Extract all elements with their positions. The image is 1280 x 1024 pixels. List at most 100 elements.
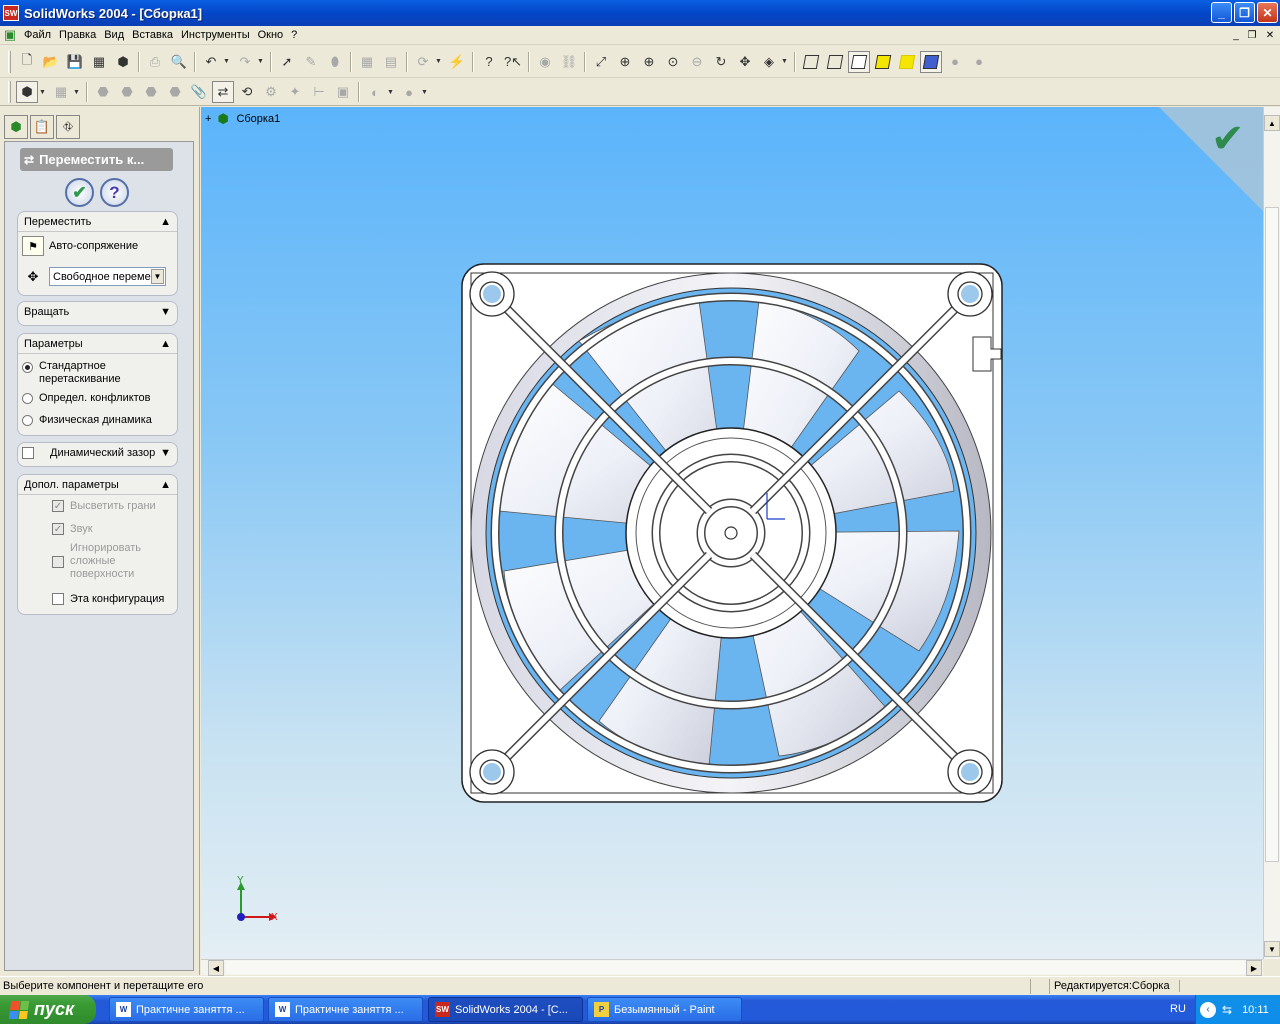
mate-icon[interactable]: 📎	[188, 81, 210, 103]
make-assembly-icon[interactable]: ⬢	[112, 51, 134, 73]
view-orientation-icon[interactable]: ◈	[758, 51, 780, 73]
tray-expand-icon[interactable]: ‹	[1200, 1001, 1216, 1018]
document-icon[interactable]: ▣	[0, 27, 20, 43]
shadows-icon[interactable]: ●	[944, 51, 966, 73]
hidden-lines-removed-icon[interactable]	[848, 50, 870, 73]
assembly-tree-root[interactable]: + ⬢ Сборка1	[205, 111, 280, 127]
whats-this-icon[interactable]: ?↖	[502, 51, 524, 73]
highlight-faces-option[interactable]: ✓ Высветить грани	[48, 500, 156, 512]
open-folder-icon[interactable]: 📂	[40, 51, 62, 73]
link-icon[interactable]: ⛓	[558, 51, 580, 73]
hidden-lines-visible-icon[interactable]	[824, 51, 846, 73]
close-button[interactable]: ✕	[1257, 2, 1278, 23]
zoom-to-fit-icon[interactable]: ⤢	[590, 51, 612, 73]
graphics-area[interactable]: + ⬢ Сборка1 ✔ Y X	[201, 107, 1263, 959]
doc-close-button[interactable]: ✕	[1262, 28, 1278, 42]
pan-icon[interactable]: ✥	[734, 51, 756, 73]
collision-detection-option[interactable]: Определ. конфликтов	[18, 392, 151, 404]
menu-help[interactable]: ?	[287, 29, 301, 41]
doc-restore-button[interactable]: ❐	[1244, 28, 1260, 42]
fan-model[interactable]	[459, 261, 1005, 805]
filter-icon[interactable]: ⚡	[446, 51, 468, 73]
menu-file[interactable]: Файл	[20, 29, 55, 41]
zoom-selection-icon[interactable]: ⊙	[662, 51, 684, 73]
new-file-icon[interactable]: 🗋	[16, 51, 38, 73]
collision-detection-radio[interactable]	[22, 392, 33, 404]
undo-icon[interactable]: ↶	[200, 51, 222, 73]
ok-button[interactable]: ✔	[65, 178, 94, 207]
minimize-button[interactable]: _	[1211, 2, 1232, 23]
insert-component-icon[interactable]: ⬢	[16, 81, 38, 103]
simulation-icon[interactable]: ◐	[364, 81, 386, 103]
grid-icon[interactable]: ▦	[356, 51, 378, 73]
move-mode-select[interactable]: Свободное перемещ ▼	[49, 267, 166, 286]
assembly-features-icon[interactable]: ●	[398, 81, 420, 103]
maximize-button[interactable]: ❐	[1234, 2, 1255, 23]
feature-manager-tab[interactable]: ⬢	[4, 115, 28, 139]
wireframe-icon[interactable]	[800, 51, 822, 73]
configuration-manager-tab[interactable]: ⛗	[56, 115, 80, 139]
rotate-group-header[interactable]: Вращать ▼	[18, 302, 177, 322]
tree-expand-toggle[interactable]: +	[205, 113, 211, 125]
doc-minimize-button[interactable]: _	[1228, 28, 1244, 42]
solidworks-app-icon[interactable]: SW	[3, 5, 19, 21]
taskbar-item[interactable]: P Безымянный - Paint	[587, 997, 742, 1022]
select-arrow-icon[interactable]: ➚	[276, 51, 298, 73]
vertical-scrollbar[interactable]: ▲ ▼	[1263, 107, 1280, 959]
menu-edit[interactable]: Правка	[55, 29, 100, 41]
property-manager-tab[interactable]: 📋	[30, 115, 54, 139]
this-configuration-checkbox[interactable]	[52, 593, 64, 605]
section-view-icon[interactable]: ●	[968, 51, 990, 73]
vertical-scroll-thumb[interactable]	[1265, 207, 1279, 862]
rebuild-icon[interactable]: ⟳	[412, 51, 434, 73]
this-configuration-option[interactable]: Эта конфигурация	[48, 593, 164, 605]
scroll-up-arrow[interactable]: ▲	[1264, 115, 1280, 131]
menu-view[interactable]: Вид	[100, 29, 128, 41]
menu-window[interactable]: Окно	[254, 29, 288, 41]
smart-fasteners-icon[interactable]: ⚙	[260, 81, 282, 103]
physical-dynamics-radio[interactable]	[22, 414, 33, 426]
perspective-icon[interactable]	[920, 50, 942, 73]
change-suppression-icon[interactable]: ⬣	[116, 81, 138, 103]
help-button[interactable]: ?	[100, 178, 129, 207]
standard-drag-option[interactable]: Стандартное перетаскивание	[18, 360, 121, 386]
move-group-header[interactable]: Переместить ▲	[18, 212, 177, 232]
standard-drag-radio[interactable]	[22, 362, 33, 373]
horizontal-scrollbar[interactable]: ◀ ▶	[201, 959, 1263, 976]
zoom-area-icon[interactable]: ⊕	[614, 51, 636, 73]
sketch-pencil-icon[interactable]: ✎	[300, 51, 322, 73]
snap-grid-icon[interactable]: ▤	[380, 51, 402, 73]
interference-icon[interactable]: ▣	[332, 81, 354, 103]
options-group-header[interactable]: Параметры ▲	[18, 334, 177, 354]
language-indicator[interactable]: RU	[1170, 1003, 1186, 1015]
no-external-refs-icon[interactable]: ⬣	[164, 81, 186, 103]
menu-insert[interactable]: Вставка	[128, 29, 177, 41]
move-component-icon[interactable]: ⇄	[212, 81, 234, 103]
ignore-complex-checkbox[interactable]	[52, 555, 64, 568]
pattern-icon[interactable]: ▦	[50, 81, 72, 103]
rotate-component-icon[interactable]: ⟲	[236, 81, 258, 103]
physical-dynamics-option[interactable]: Физическая динамика	[18, 414, 152, 426]
taskbar-item-active[interactable]: SW SolidWorks 2004 - [С...	[428, 997, 583, 1022]
menu-tools[interactable]: Инструменты	[177, 29, 254, 41]
taskbar-item[interactable]: W Практичне заняття ...	[109, 997, 264, 1022]
explode-line-icon[interactable]: ⊢	[308, 81, 330, 103]
network-icon[interactable]: ⇆	[1222, 1003, 1232, 1017]
highlight-faces-checkbox[interactable]: ✓	[52, 500, 64, 512]
explode-icon[interactable]: ✦	[284, 81, 306, 103]
taskbar-item[interactable]: W Практичне заняття ...	[268, 997, 423, 1022]
horizontal-scroll-track[interactable]	[226, 961, 1246, 974]
rotate-view-icon[interactable]: ↻	[710, 51, 732, 73]
hide-show-icon[interactable]: ⬣	[92, 81, 114, 103]
zoom-out-icon[interactable]: ⊖	[686, 51, 708, 73]
clock[interactable]: 10:11	[1242, 1004, 1269, 1016]
advanced-group-header[interactable]: Допол. параметры ▲	[18, 475, 177, 495]
toolbar-grip[interactable]	[8, 50, 11, 73]
scroll-left-arrow[interactable]: ◀	[208, 960, 224, 976]
zoom-in-out-icon[interactable]: ⊕	[638, 51, 660, 73]
scroll-down-arrow[interactable]: ▼	[1264, 941, 1280, 957]
smart-dimension-icon[interactable]: ⬮	[324, 51, 346, 73]
edit-component-icon[interactable]: ⬣	[140, 81, 162, 103]
make-drawing-icon[interactable]: ▦	[88, 51, 110, 73]
start-button[interactable]: пуск	[0, 995, 96, 1024]
